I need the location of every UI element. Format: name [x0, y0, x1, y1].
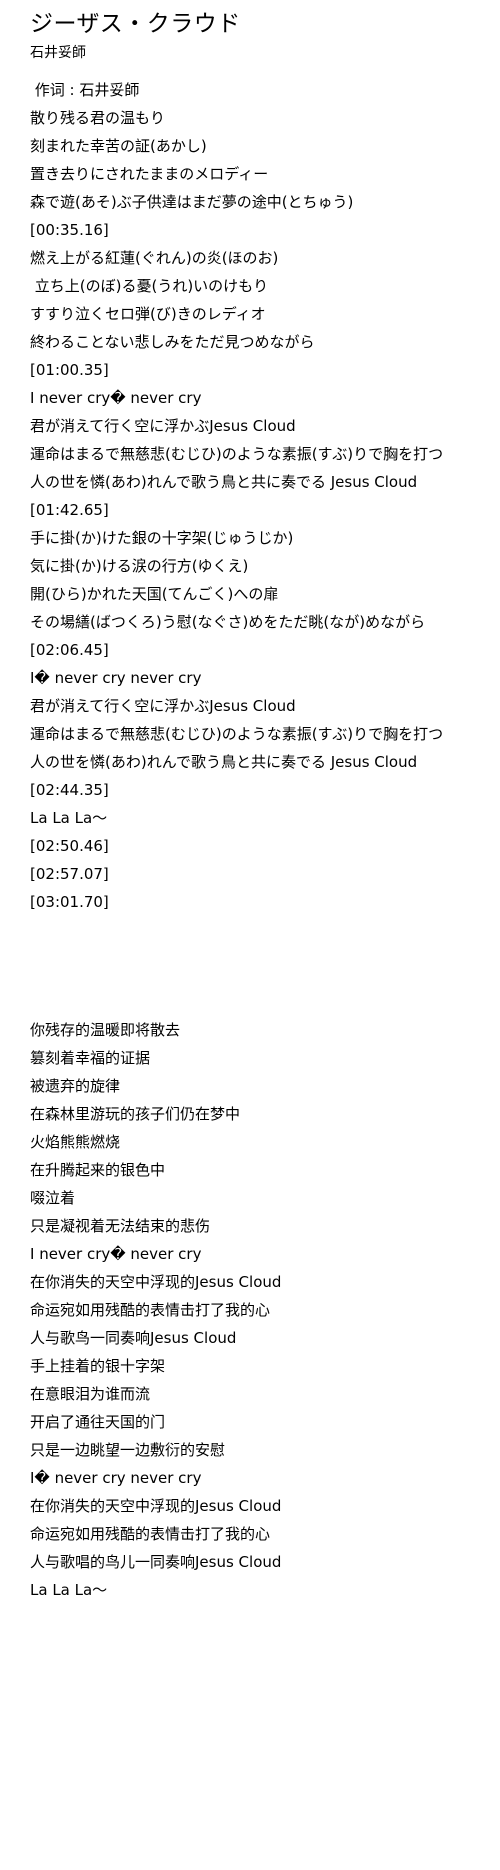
page-title: ジーザス・クラウド: [30, 11, 241, 37]
lyric-line: 在你消失的天空中浮现的Jesus Cloud: [30, 1497, 282, 1515]
lyric-line: La La La～: [30, 1581, 108, 1599]
lyric-line: 命运宛如用残酷的表情击打了我的心: [30, 1525, 271, 1543]
lyric-line: 啜泣着: [30, 1189, 76, 1207]
lyric-line: I� never cry never cry: [30, 1469, 202, 1487]
lyric-line: 被遗弃的旋律: [30, 1077, 121, 1095]
lyric-line: 在意眼泪为谁而流: [30, 1385, 151, 1403]
lyric-line: 只是一边眺望一边敷衍的安慰: [30, 1441, 226, 1459]
lyric-line: 手に掛(か)けた銀の十字架(じゅうじか): [30, 529, 294, 547]
lyric-line: 篡刻着幸福的证据: [30, 1049, 151, 1067]
lyric-line: 終わることない悲しみをただ見つめながら: [30, 333, 315, 351]
translation-lyrics-block: 你残存的温暖即将散去 篡刻着幸福的证据 被遗弃的旋律在森林里游玩的孩子们仍在梦中 火焰…: [0, 1016, 500, 1604]
lyric-line: 気に掛(か)ける涙の行方(ゆくえ): [30, 557, 249, 575]
lyric-timestamp: [01:42.65]: [30, 501, 109, 519]
lyric-line: 置き去りにされたままのメロディー: [30, 165, 269, 183]
lyric-line: 君が消えて行く空に浮かぶJesus Cloud: [30, 417, 296, 435]
lyric-line: 人の世を憐(あわ)れんで歌う鳥と共に奏でる Jesus Cloud: [30, 473, 418, 491]
lyric-line: 开启了通往天国的门: [30, 1413, 166, 1431]
lyric-line: 火焰熊熊燃烧: [30, 1133, 121, 1151]
lyric-timestamp: [01:00.35]: [30, 361, 109, 379]
lyrics-page: ジーザス・クラウド 石井妥師 作词 : 石井妥師散り残る君の温もり刻まれた幸苦の…: [0, 0, 500, 1870]
lyric-line: 手上挂着的银十字架: [30, 1357, 166, 1375]
lyric-timestamp: [00:35.16]: [30, 221, 109, 239]
lyric-line: 立ち上(のぼ)る憂(うれ)いのけもり: [30, 277, 269, 295]
song-artist: 石井妥師: [30, 45, 86, 61]
lyric-line: 君が消えて行く空に浮かぶJesus Cloud: [30, 697, 296, 715]
lyric-timestamp: [02:06.45]: [30, 641, 109, 659]
primary-lyrics-block: 作词 : 石井妥師散り残る君の温もり刻まれた幸苦の証(あかし) 置き去りにされたま…: [0, 76, 500, 916]
lyric-line: 人与歌鸟一同奏响Jesus Cloud: [30, 1329, 237, 1347]
lyric-line: その場繕(ばつくろ)う慰(なぐさ)めをただ眺(なが)めながら: [30, 613, 426, 631]
lyric-line: 運命はまるで無慈悲(むじひ)のような素振(すぶ)りで胸を打つ: [30, 725, 444, 743]
lyric-line: 人与歌唱的鸟儿一同奏响Jesus Cloud: [30, 1553, 282, 1571]
lyric-line: 散り残る君の温もり: [30, 109, 166, 127]
lyric-line: 命运宛如用残酷的表情击打了我的心: [30, 1301, 271, 1319]
lyric-line: 作词 : 石井妥師: [30, 81, 140, 99]
lyric-line: La La La～: [30, 809, 108, 827]
lyric-line: 在升腾起来的银色中: [30, 1161, 166, 1179]
lyric-timestamp: [03:01.70]: [30, 893, 109, 911]
lyric-line: 人の世を憐(あわ)れんで歌う鳥と共に奏でる Jesus Cloud: [30, 753, 418, 771]
lyric-line: 燃え上がる紅蓮(ぐれん)の炎(ほのお): [30, 249, 279, 267]
lyric-line: 刻まれた幸苦の証(あかし): [30, 137, 207, 155]
lyric-line: I� never cry never cry: [30, 669, 202, 687]
lyric-line: 開(ひら)かれた天国(てんごく)への扉: [30, 585, 279, 603]
lyric-line: 只是凝视着无法结束的悲伤: [30, 1217, 211, 1235]
lyric-line: 運命はまるで無慈悲(むじひ)のような素振(すぶ)りで胸を打つ: [30, 445, 444, 463]
lyric-timestamp: [02:44.35]: [30, 781, 109, 799]
lyric-line: I never cry� never cry: [30, 1245, 202, 1263]
lyric-timestamp: [02:50.46]: [30, 837, 109, 855]
lyric-timestamp: [02:57.07]: [30, 865, 109, 883]
lyric-line: I never cry� never cry: [30, 389, 202, 407]
lyric-line: 你残存的温暖即将散去: [30, 1021, 181, 1039]
lyric-line: 森で遊(あそ)ぶ子供達はまだ夢の途中(とちゅう): [30, 193, 354, 211]
lyric-line: 在森林里游玩的孩子们仍在梦中: [30, 1105, 241, 1123]
lyric-line: すすり泣くセロ弾(び)きのレディオ: [30, 305, 266, 323]
lyric-line: 在你消失的天空中浮现的Jesus Cloud: [30, 1273, 282, 1291]
